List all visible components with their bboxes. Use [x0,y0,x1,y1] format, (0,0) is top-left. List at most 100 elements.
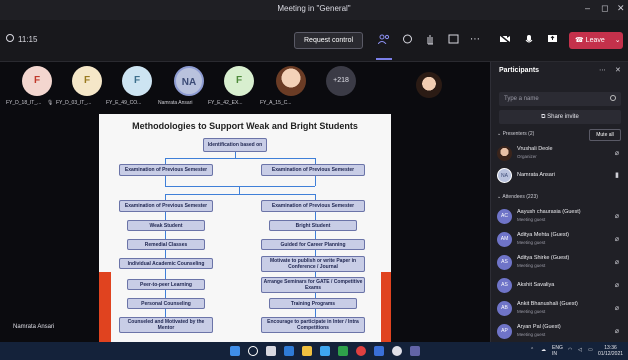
participant-avatar[interactable]: F [224,66,254,96]
shield-icon [6,34,14,42]
mic-off-icon: ⌀ [614,282,619,289]
raise-hand-icon[interactable] [423,34,437,48]
flow-box-exam: Examination of Previous Semester [261,200,365,212]
participant-name: Vrushali Deole [517,146,553,152]
participant-avatar[interactable]: NA [174,66,204,96]
flow-arrow [165,158,315,159]
participant-strip: F FY_D_18_IT_... 🎙 F FY_D_03_IT_... F FY… [0,62,490,114]
more-icon[interactable]: ⋯ [599,66,606,74]
store-icon[interactable] [320,346,330,356]
active-tab-indicator [376,58,392,60]
flow-box-weak: Weak Student [127,220,205,231]
title-bar: Meeting in "General" – ◻ ✕ [0,0,628,20]
meeting-toolbar: 11:15 Request control ⋯ ☎ Leave ⌄ [0,20,628,62]
participant-row[interactable]: AC Aayush chaurasia (Guest) Meeting gues… [497,207,625,229]
participant-row[interactable]: AM Aditya Mehta (Guest) Meeting guest ⌀ [497,230,625,252]
avatar: AM [497,232,512,247]
app-icon[interactable] [392,346,402,356]
flow-arrow [165,194,315,195]
share-invite-label: Share invite [547,114,579,120]
search-icon[interactable] [248,346,258,356]
flow-arrow [165,309,166,317]
chat-icon[interactable] [400,34,414,48]
avatar: AB [497,301,512,316]
lang-indicator[interactable]: ENG IN [552,345,563,357]
task-view-icon[interactable] [266,346,276,356]
lang-region-label: IN [552,351,557,357]
mic-off-icon: 🎙 [47,100,54,106]
participant-name: Aryan Pal (Guest) [517,324,561,330]
participant-row[interactable]: AS Akshit Savaliya ⌀ [497,276,625,298]
volume-icon[interactable]: ◁ [578,347,582,353]
onedrive-icon[interactable]: ☁ [541,347,546,353]
participant-avatar[interactable]: F [22,66,52,96]
meeting-timer: 11:15 [18,35,38,44]
participant-row[interactable]: AP Aryan Pal (Guest) Meeting guest ⌀ [497,322,625,344]
flow-arrow [165,290,166,298]
word-icon[interactable] [374,346,384,356]
maximize-button[interactable]: ◻ [601,3,608,14]
mute-all-button[interactable]: Mute all [589,129,621,141]
flow-box-remedial: Remedial Classes [127,239,205,250]
participant-name: Ankit Bhanushali (Guest) [517,301,578,307]
attendees-label: Attendees (223) [502,194,538,200]
window-title: Meeting in "General" [277,4,351,13]
participant-search-input[interactable]: Type a name [499,92,621,106]
presenters-header[interactable]: ⌄ Presenters (2) [497,131,534,137]
flow-box-publish: Motivate to publish or write Paper in Co… [261,256,365,272]
content-stage: Methodologies to Support Weak and Bright… [0,114,490,342]
close-icon[interactable]: ✕ [615,66,621,74]
tray-chevron-icon[interactable]: ⌃ [530,347,534,353]
participant-role: Meeting guest [517,217,546,222]
chrome-icon[interactable] [356,346,366,356]
mic-off-icon: ⌀ [614,259,619,266]
request-control-button[interactable]: Request control [294,32,364,49]
flow-arrow [165,250,166,258]
flow-arrow [165,176,166,186]
wifi-icon[interactable]: ◠ [568,347,572,353]
attendees-header[interactable]: ⌄ Attendees (223) [497,194,538,200]
more-icon[interactable]: ⋯ [468,34,482,45]
mic-off-icon: ⌀ [614,305,619,312]
leave-button[interactable]: ☎ Leave ⌄ [569,32,623,49]
participant-role: Organizer [517,154,537,159]
participant-avatar[interactable] [276,66,306,96]
participant-name: Akshit Savaliya [517,282,555,288]
camera-off-icon[interactable] [498,33,512,47]
teams-icon[interactable] [410,346,420,356]
edge-icon[interactable] [284,346,294,356]
participant-row[interactable]: AB Ankit Bhanushali (Guest) Meeting gues… [497,299,625,321]
clock[interactable]: 13:36 01/12/2021 [598,345,623,357]
participant-name: Aditya Shirke (Guest) [517,255,570,261]
flow-arrow [165,269,166,279]
flow-arrow [315,309,316,317]
file-explorer-icon[interactable] [302,346,312,356]
participant-row[interactable]: NA Namrata Ansari ▮ [497,166,625,188]
participants-panel: Participants ⋯ ✕ Type a name ⧉ Share inv… [490,62,628,342]
rooms-icon[interactable] [446,34,460,47]
share-icon[interactable] [545,34,559,47]
flow-box-counseling: Individual Academic Counseling [119,258,213,269]
participant-avatar[interactable]: F [72,66,102,96]
participant-row[interactable]: Vrushali Deole Organizer ⌀ [497,144,625,166]
shared-slide: Methodologies to Support Weak and Bright… [99,114,391,342]
flow-arrow [315,212,316,220]
participant-name: FY_E_42_EX... [208,100,243,106]
share-invite-button[interactable]: ⧉ Share invite [499,110,621,124]
close-button[interactable]: ✕ [617,3,625,14]
participant-name: Namrata Ansari [158,100,193,106]
minimize-button[interactable]: – [585,3,590,13]
flow-arrow [165,212,166,220]
participant-row[interactable]: AS Aditya Shirke (Guest) Meeting guest ⌀ [497,253,625,275]
people-icon[interactable] [377,34,391,47]
windows-start-icon[interactable] [230,346,240,356]
flow-box-exam: Examination of Previous Semester [119,164,213,176]
participant-avatar[interactable]: F [122,66,152,96]
mic-icon[interactable] [522,34,536,48]
app-icon[interactable] [338,346,348,356]
phone-icon: ☎ [575,37,586,44]
flow-arrow [239,186,240,194]
flow-arrow [315,176,316,186]
more-participants-badge[interactable]: +218 [326,66,356,96]
battery-icon[interactable]: ▭ [588,347,593,353]
